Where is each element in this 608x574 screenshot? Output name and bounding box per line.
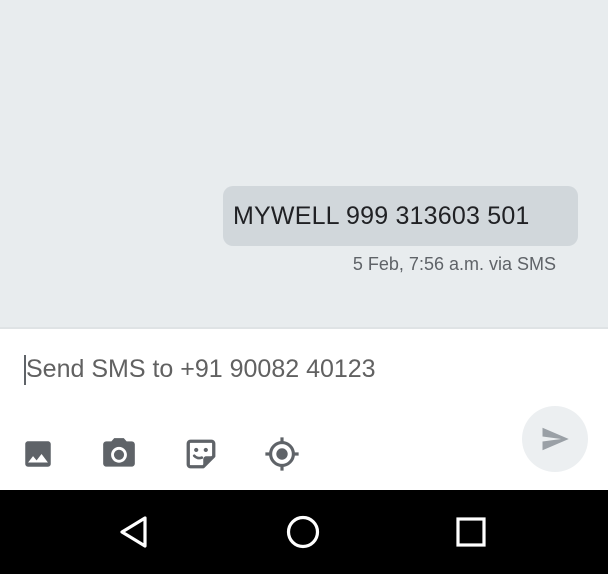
back-button[interactable] bbox=[110, 508, 158, 556]
attach-image-button[interactable] bbox=[19, 435, 57, 473]
attach-location-button[interactable] bbox=[263, 435, 301, 473]
send-icon bbox=[542, 427, 569, 451]
home-icon bbox=[286, 515, 320, 549]
recents-icon bbox=[456, 517, 486, 547]
home-button[interactable] bbox=[279, 508, 327, 556]
sticker-icon bbox=[186, 439, 216, 469]
system-navigation-bar bbox=[0, 490, 608, 574]
attach-sticker-button[interactable] bbox=[182, 435, 220, 473]
camera-icon bbox=[103, 438, 135, 467]
message-composer bbox=[0, 329, 608, 490]
messages-screen: MYWELL 999 313603 501 5 Feb, 7:56 a.m. v… bbox=[0, 0, 608, 574]
message-timestamp: 5 Feb, 7:56 a.m. via SMS bbox=[352, 254, 556, 274]
sms-input-container[interactable] bbox=[24, 349, 506, 389]
conversation-view[interactable]: MYWELL 999 313603 501 5 Feb, 7:56 a.m. v… bbox=[0, 0, 608, 328]
sms-input[interactable] bbox=[24, 349, 506, 389]
attach-camera-button[interactable] bbox=[100, 435, 138, 473]
message-text: MYWELL 999 313603 501 bbox=[233, 201, 530, 230]
send-button[interactable] bbox=[522, 406, 588, 472]
image-icon bbox=[25, 441, 51, 467]
location-icon bbox=[265, 437, 299, 471]
back-icon bbox=[120, 516, 147, 548]
message-bubble-outgoing[interactable]: MYWELL 999 313603 501 bbox=[223, 186, 578, 246]
recents-button[interactable] bbox=[447, 508, 495, 556]
